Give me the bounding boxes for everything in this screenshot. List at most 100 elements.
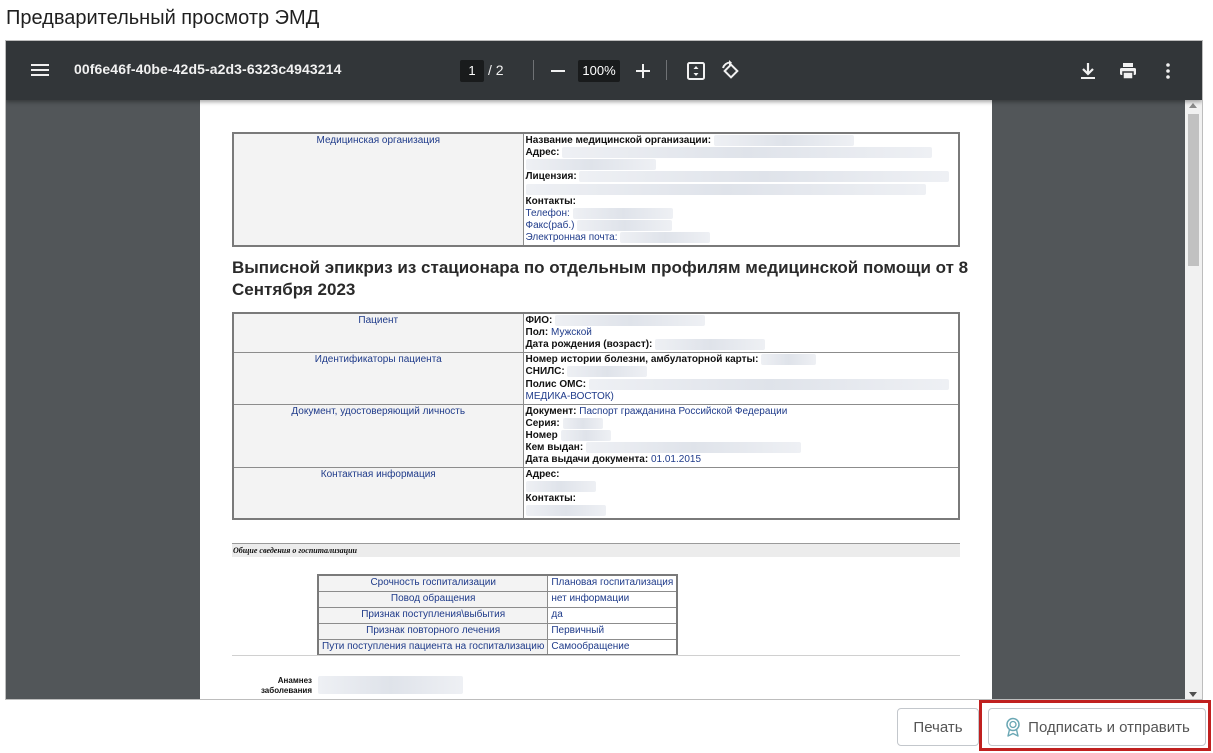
hospitalization-table: Срочность госпитализации Плановая госпита… <box>317 574 679 656</box>
org-contacts-label: Контакты: <box>525 195 576 207</box>
redacted-text <box>761 354 817 366</box>
patient-ids-label: Идентификаторы пациента <box>232 352 524 405</box>
page-count: / 2 <box>488 62 504 78</box>
document-scroll-area[interactable]: Медицинская организация Название медицин… <box>6 100 1186 699</box>
vertical-scrollbar[interactable] <box>1185 100 1202 699</box>
contact-contacts-label: Контакты: <box>525 493 576 505</box>
org-fax-label: Факс(раб.) <box>525 219 575 231</box>
divider <box>232 655 960 656</box>
section-header: Общие сведения о госпитализации <box>232 543 960 557</box>
page-number-input[interactable]: 1 <box>460 60 484 82</box>
redacted-text <box>555 315 706 326</box>
total-pages: 2 <box>495 62 504 78</box>
redacted-text <box>560 429 611 441</box>
hospitalization-key: Признак поступления\выбытия <box>317 606 549 624</box>
download-icon[interactable] <box>1076 59 1100 83</box>
hospitalization-value: Первичный <box>547 622 678 640</box>
hospitalization-row: Признак поступления\выбытия да <box>317 606 678 624</box>
anamnesis-label-line1: Анамнез <box>277 676 312 685</box>
redacted-text <box>525 183 926 195</box>
hospitalization-value: да <box>547 606 678 624</box>
hospitalization-row: Повод обращения нет информации <box>317 590 678 608</box>
zoom-input[interactable]: 100% <box>578 60 620 82</box>
file-name: 00f6e46f-40be-42d5-a2d3-6323c4943214 <box>74 61 342 77</box>
hospitalization-value: нет информации <box>547 590 678 608</box>
identity-doc-details: Документ: Паспорт гражданина Российской … <box>522 403 960 469</box>
hospitalization-value: Плановая госпитализация <box>547 574 678 592</box>
redacted-text <box>585 441 801 453</box>
patient-table: Пациент ФИО: Пол: Мужской Дата рождения … <box>232 312 960 521</box>
more-icon[interactable] <box>1156 59 1180 83</box>
org-name-label: Название медицинской организации: <box>525 135 712 147</box>
sex-value: Мужской <box>551 327 592 339</box>
page-title: Предварительный просмотр ЭМД <box>6 7 320 29</box>
oms-tail: МЕДИКА-ВОСТОК) <box>525 390 614 402</box>
scroll-up-arrow-icon[interactable] <box>1189 103 1197 108</box>
scrollbar-thumb[interactable] <box>1188 114 1199 266</box>
anamnesis-label: Анамнез заболевания <box>256 676 312 696</box>
document-heading: Выписной эпикриз из стационара по отдель… <box>232 258 969 299</box>
contact-info-label: Контактная информация <box>232 467 524 520</box>
hospitalization-key: Повод обращения <box>317 590 549 608</box>
organization-details: Название медицинской организации: Адрес:… <box>522 132 960 247</box>
redacted-text <box>588 378 949 390</box>
patient-label: Пациент <box>232 312 524 354</box>
sign-and-send-button[interactable]: Подписать и отправить <box>988 708 1206 746</box>
sex-label: Пол: <box>525 327 549 339</box>
section-title: Общие сведения о госпитализации <box>233 546 357 555</box>
rotate-icon[interactable] <box>719 59 743 83</box>
issued-by-label: Кем выдан: <box>525 442 584 454</box>
org-email-label: Электронная почта: <box>525 232 618 244</box>
redacted-text <box>567 366 648 378</box>
document-page: Медицинская организация Название медицин… <box>200 100 992 699</box>
identity-doc-label: Документ, удостоверяющий личность <box>232 403 524 469</box>
hospitalization-key: Признак повторного лечения <box>317 622 549 640</box>
redacted-text <box>620 231 711 243</box>
contact-address-label: Адрес: <box>525 469 560 481</box>
fio-label: ФИО: <box>525 315 553 327</box>
hospitalization-value: Самообращение <box>547 638 678 656</box>
hospitalization-row: Признак повторного лечения Первичный <box>317 622 678 640</box>
document-label: Документ: <box>525 405 577 417</box>
document-value: Паспорт гражданина Российской Федерации <box>579 405 788 417</box>
hospitalization-row: Пути поступления пациента на госпитализа… <box>317 638 678 656</box>
page-separator: / <box>488 62 492 78</box>
contact-info-details: Адрес: Контакты: <box>522 467 960 520</box>
patient-ids-details: Номер истории болезни, амбулаторной карт… <box>522 352 960 405</box>
organization-table: Медицинская организация Название медицин… <box>232 132 960 248</box>
issue-date-label: Дата выдачи документа: <box>525 454 649 466</box>
hospitalization-key: Срочность госпитализации <box>317 574 549 592</box>
redacted-text <box>713 135 854 146</box>
redacted-text <box>562 417 603 429</box>
sign-and-send-label: Подписать и отправить <box>1028 718 1190 736</box>
org-phone-label: Телефон: <box>525 207 570 219</box>
redacted-text <box>525 505 606 517</box>
redacted-text <box>579 171 950 183</box>
pdf-toolbar: 00f6e46f-40be-42d5-a2d3-6323c4943214 1 /… <box>6 41 1202 100</box>
redacted-text <box>318 676 463 694</box>
snils-label: СНИЛС: <box>525 366 565 378</box>
zoom-out-icon[interactable] <box>546 59 570 83</box>
scroll-down-arrow-icon[interactable] <box>1189 692 1197 697</box>
series-label: Серия: <box>525 417 560 429</box>
org-license-label: Лицензия: <box>525 171 577 183</box>
issue-date-value: 01.01.2015 <box>650 454 702 466</box>
redacted-text <box>655 339 766 351</box>
anamnesis-label-line2: заболевания <box>260 686 312 695</box>
zoom-in-icon[interactable] <box>631 59 655 83</box>
fit-page-icon[interactable] <box>684 59 708 83</box>
patient-details: ФИО: Пол: Мужской Дата рождения (возраст… <box>522 312 960 354</box>
redacted-text <box>525 481 596 493</box>
redacted-text <box>525 159 656 171</box>
print-icon[interactable] <box>1116 59 1140 83</box>
redacted-text <box>562 147 933 159</box>
organization-label: Медицинская организация <box>232 132 524 247</box>
pdf-viewer[interactable]: 00f6e46f-40be-42d5-a2d3-6323c4943214 1 /… <box>5 40 1203 700</box>
toolbar-divider <box>533 60 534 80</box>
org-address-label: Адрес: <box>525 147 560 159</box>
hospitalization-key: Пути поступления пациента на госпитализа… <box>317 638 549 656</box>
menu-icon[interactable] <box>28 61 52 81</box>
redacted-text <box>577 219 673 231</box>
print-button[interactable]: Печать <box>897 708 979 746</box>
dob-label: Дата рождения (возраст): <box>525 339 653 351</box>
